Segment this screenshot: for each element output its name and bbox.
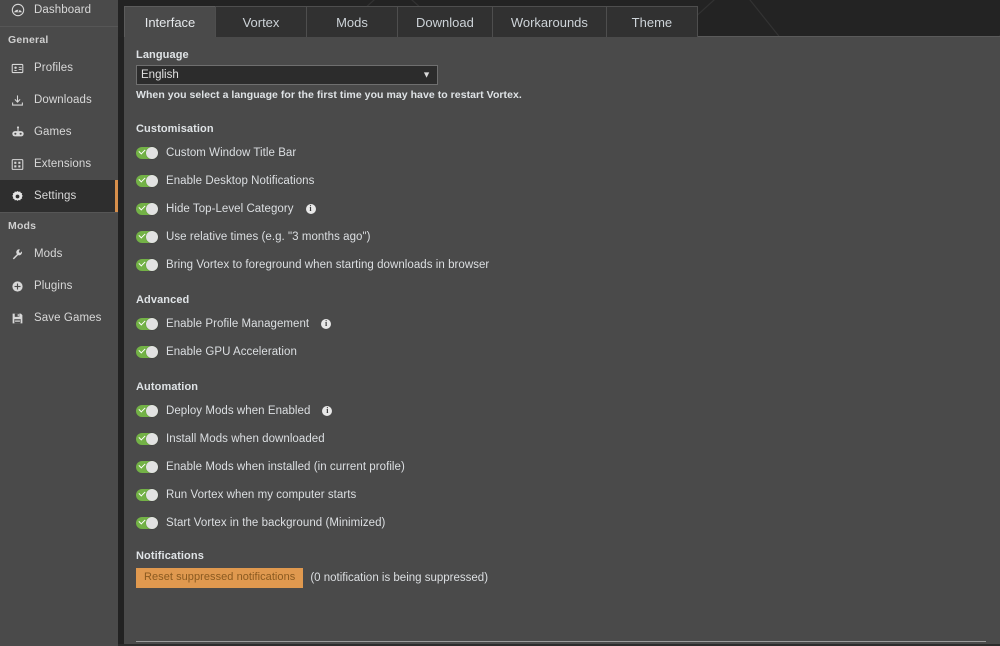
- tab-vortex[interactable]: Vortex: [215, 6, 307, 37]
- setting-enable-gpu-acceleration: Enable GPU Acceleration: [136, 343, 986, 361]
- vortex-settings-window: Dashboard General Profiles Downloads Gam…: [0, 0, 1000, 646]
- sidebar-item-games[interactable]: Games: [0, 116, 118, 148]
- suppressed-count-text: (0 notification is being suppressed): [310, 572, 489, 584]
- toggle-switch[interactable]: [136, 517, 158, 529]
- sidebar-group-title-mods: Mods: [8, 220, 37, 232]
- tab-label: Vortex: [242, 14, 280, 30]
- setting-enable-mods-when-installed: Enable Mods when installed (in current p…: [136, 458, 986, 476]
- tab-workarounds[interactable]: Workarounds: [491, 6, 607, 37]
- tab-label: Theme: [631, 14, 673, 30]
- wrench-icon: [10, 247, 25, 262]
- setting-hide-top-level-category: Hide Top-Level Category i: [136, 200, 986, 218]
- tab-label: Mods: [336, 14, 368, 30]
- setting-use-relative-times: Use relative times (e.g. "3 months ago"): [136, 228, 986, 246]
- sidebar-item-save-games[interactable]: Save Games: [0, 302, 118, 334]
- sidebar-item-extensions[interactable]: Extensions: [0, 148, 118, 180]
- setting-enable-desktop-notifications: Enable Desktop Notifications: [136, 172, 986, 190]
- sidebar-group-title-general: General: [8, 34, 49, 46]
- setting-label: Use relative times (e.g. "3 months ago"): [166, 231, 371, 243]
- tab-download[interactable]: Download: [397, 6, 493, 37]
- toggle-switch[interactable]: [136, 489, 158, 501]
- sidebar-item-profiles[interactable]: Profiles: [0, 52, 118, 84]
- games-icon: [10, 125, 25, 140]
- sidebar-item-label: Dashboard: [34, 4, 92, 16]
- interface-settings-panel: Language English ▼ When you select a lan…: [124, 36, 1000, 646]
- setting-label: Custom Window Title Bar: [166, 147, 297, 159]
- tab-mods[interactable]: Mods: [306, 6, 398, 37]
- notifications-row: Reset suppressed notifications (0 notifi…: [136, 568, 986, 588]
- tab-label: Interface: [144, 14, 196, 30]
- setting-label: Enable Mods when installed (in current p…: [166, 461, 405, 473]
- setting-label: Install Mods when downloaded: [166, 433, 325, 445]
- sidebar-item-plugins[interactable]: Plugins: [0, 270, 118, 302]
- toggle-switch[interactable]: [136, 147, 158, 159]
- setting-deploy-mods-when-enabled: Deploy Mods when Enabled i: [136, 402, 986, 420]
- reset-suppressed-notifications-button[interactable]: Reset suppressed notifications: [136, 568, 304, 588]
- extensions-icon: [10, 157, 25, 172]
- section-title-notifications: Notifications: [136, 550, 204, 562]
- sidebar-item-label: Mods: [34, 248, 63, 260]
- tab-theme[interactable]: Theme: [605, 6, 698, 37]
- toggle-switch[interactable]: [136, 203, 158, 215]
- toggle-switch[interactable]: [136, 318, 158, 330]
- language-label: Language: [136, 49, 189, 61]
- setting-label: Bring Vortex to foreground when starting…: [166, 259, 490, 271]
- setting-start-vortex-minimized: Start Vortex in the background (Minimize…: [136, 514, 986, 532]
- tab-interface[interactable]: Interface: [124, 6, 216, 37]
- toggle-switch[interactable]: [136, 461, 158, 473]
- language-help-text: When you select a language for the first…: [136, 89, 522, 101]
- section-title-automation: Automation: [136, 381, 199, 393]
- section-title-advanced: Advanced: [136, 294, 190, 306]
- sidebar-item-mods[interactable]: Mods: [0, 238, 118, 270]
- save-icon: [10, 311, 25, 326]
- toggle-switch[interactable]: [136, 433, 158, 445]
- setting-label: Run Vortex when my computer starts: [166, 489, 357, 501]
- setting-label: Hide Top-Level Category: [166, 203, 294, 215]
- setting-label: Start Vortex in the background (Minimize…: [166, 517, 386, 529]
- setting-run-vortex-on-startup: Run Vortex when my computer starts: [136, 486, 986, 504]
- sidebar-item-label: Settings: [34, 190, 77, 202]
- setting-label: Enable Desktop Notifications: [166, 175, 315, 187]
- setting-enable-profile-management: Enable Profile Management i: [136, 315, 986, 333]
- sidebar-item-label: Extensions: [34, 158, 92, 170]
- profiles-icon: [10, 61, 25, 76]
- language-select[interactable]: English: [136, 65, 438, 85]
- setting-label: Deploy Mods when Enabled: [166, 405, 311, 417]
- toggle-switch[interactable]: [136, 175, 158, 187]
- settings-tab-bar: Interface Vortex Mods Download Workaroun…: [124, 5, 698, 37]
- sidebar-item-label: Profiles: [34, 62, 74, 74]
- tab-label: Workarounds: [510, 14, 588, 30]
- setting-install-mods-when-downloaded: Install Mods when downloaded: [136, 430, 986, 448]
- tab-label: Download: [416, 14, 474, 30]
- main-area: Interface Vortex Mods Download Workaroun…: [118, 0, 1000, 646]
- toggle-switch[interactable]: [136, 405, 158, 417]
- info-icon[interactable]: i: [322, 406, 333, 416]
- info-icon[interactable]: i: [321, 319, 332, 329]
- sidebar-item-dashboard[interactable]: Dashboard: [0, 0, 118, 26]
- sidebar-item-label: Plugins: [34, 280, 73, 292]
- setting-bring-vortex-to-foreground: Bring Vortex to foreground when starting…: [136, 256, 986, 274]
- panel-bottom-divider: [136, 641, 986, 642]
- sidebar: Dashboard General Profiles Downloads Gam…: [0, 0, 118, 646]
- downloads-icon: [10, 93, 25, 108]
- plugins-icon: [10, 279, 25, 294]
- setting-label: Enable GPU Acceleration: [166, 346, 297, 358]
- toggle-switch[interactable]: [136, 346, 158, 358]
- toggle-switch[interactable]: [136, 231, 158, 243]
- sidebar-item-label: Downloads: [34, 94, 92, 106]
- sidebar-item-label: Save Games: [34, 312, 102, 324]
- sidebar-item-settings[interactable]: Settings: [0, 180, 118, 212]
- toggle-switch[interactable]: [136, 259, 158, 271]
- setting-custom-window-title-bar: Custom Window Title Bar: [136, 144, 986, 162]
- setting-label: Enable Profile Management: [166, 318, 310, 330]
- dashboard-icon: [10, 3, 25, 18]
- sidebar-item-label: Games: [34, 126, 72, 138]
- section-title-customisation: Customisation: [136, 123, 214, 135]
- info-icon[interactable]: i: [305, 204, 316, 214]
- sidebar-item-downloads[interactable]: Downloads: [0, 84, 118, 116]
- gear-icon: [10, 189, 25, 204]
